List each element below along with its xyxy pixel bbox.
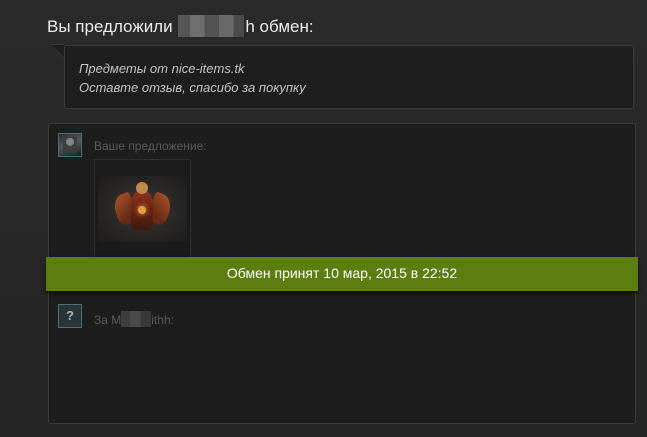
redacted-partner-name (121, 311, 152, 327)
hero-head-icon (136, 182, 148, 194)
your-offer-label: Ваше предложение: (94, 139, 207, 153)
partner-offer-label: За M ithh: (94, 311, 174, 327)
partner-label-prefix: За M (94, 313, 122, 327)
trade-item-slot[interactable] (94, 159, 191, 259)
trade-message: Предметы от nice-items.tk Оставте отзыв,… (64, 45, 634, 109)
user-avatar[interactable] (58, 133, 82, 157)
hero-item-image-icon (98, 176, 187, 242)
hero-glow-icon (138, 206, 146, 214)
headline-name-tail: h (245, 17, 255, 36)
partner-avatar[interactable]: ? (58, 304, 82, 328)
user-avatar-icon (63, 137, 77, 153)
headline-suffix: обмен: (259, 17, 314, 36)
message-line-2: Оставте отзыв, спасибо за покупку (79, 80, 306, 95)
trade-headline: Вы предложили h обмен: (47, 15, 314, 37)
message-bubble-tail (51, 45, 64, 57)
trade-offer-page: Вы предложили h обмен: Предметы от nice-… (0, 0, 647, 437)
message-line-1: Предметы от nice-items.tk (79, 61, 245, 76)
trade-status-banner: Обмен принят 10 мар, 2015 в 22:52 (46, 257, 638, 291)
partner-label-suffix: ithh: (151, 313, 174, 327)
redacted-username (178, 15, 245, 37)
headline-prefix: Вы предложили (47, 17, 173, 36)
